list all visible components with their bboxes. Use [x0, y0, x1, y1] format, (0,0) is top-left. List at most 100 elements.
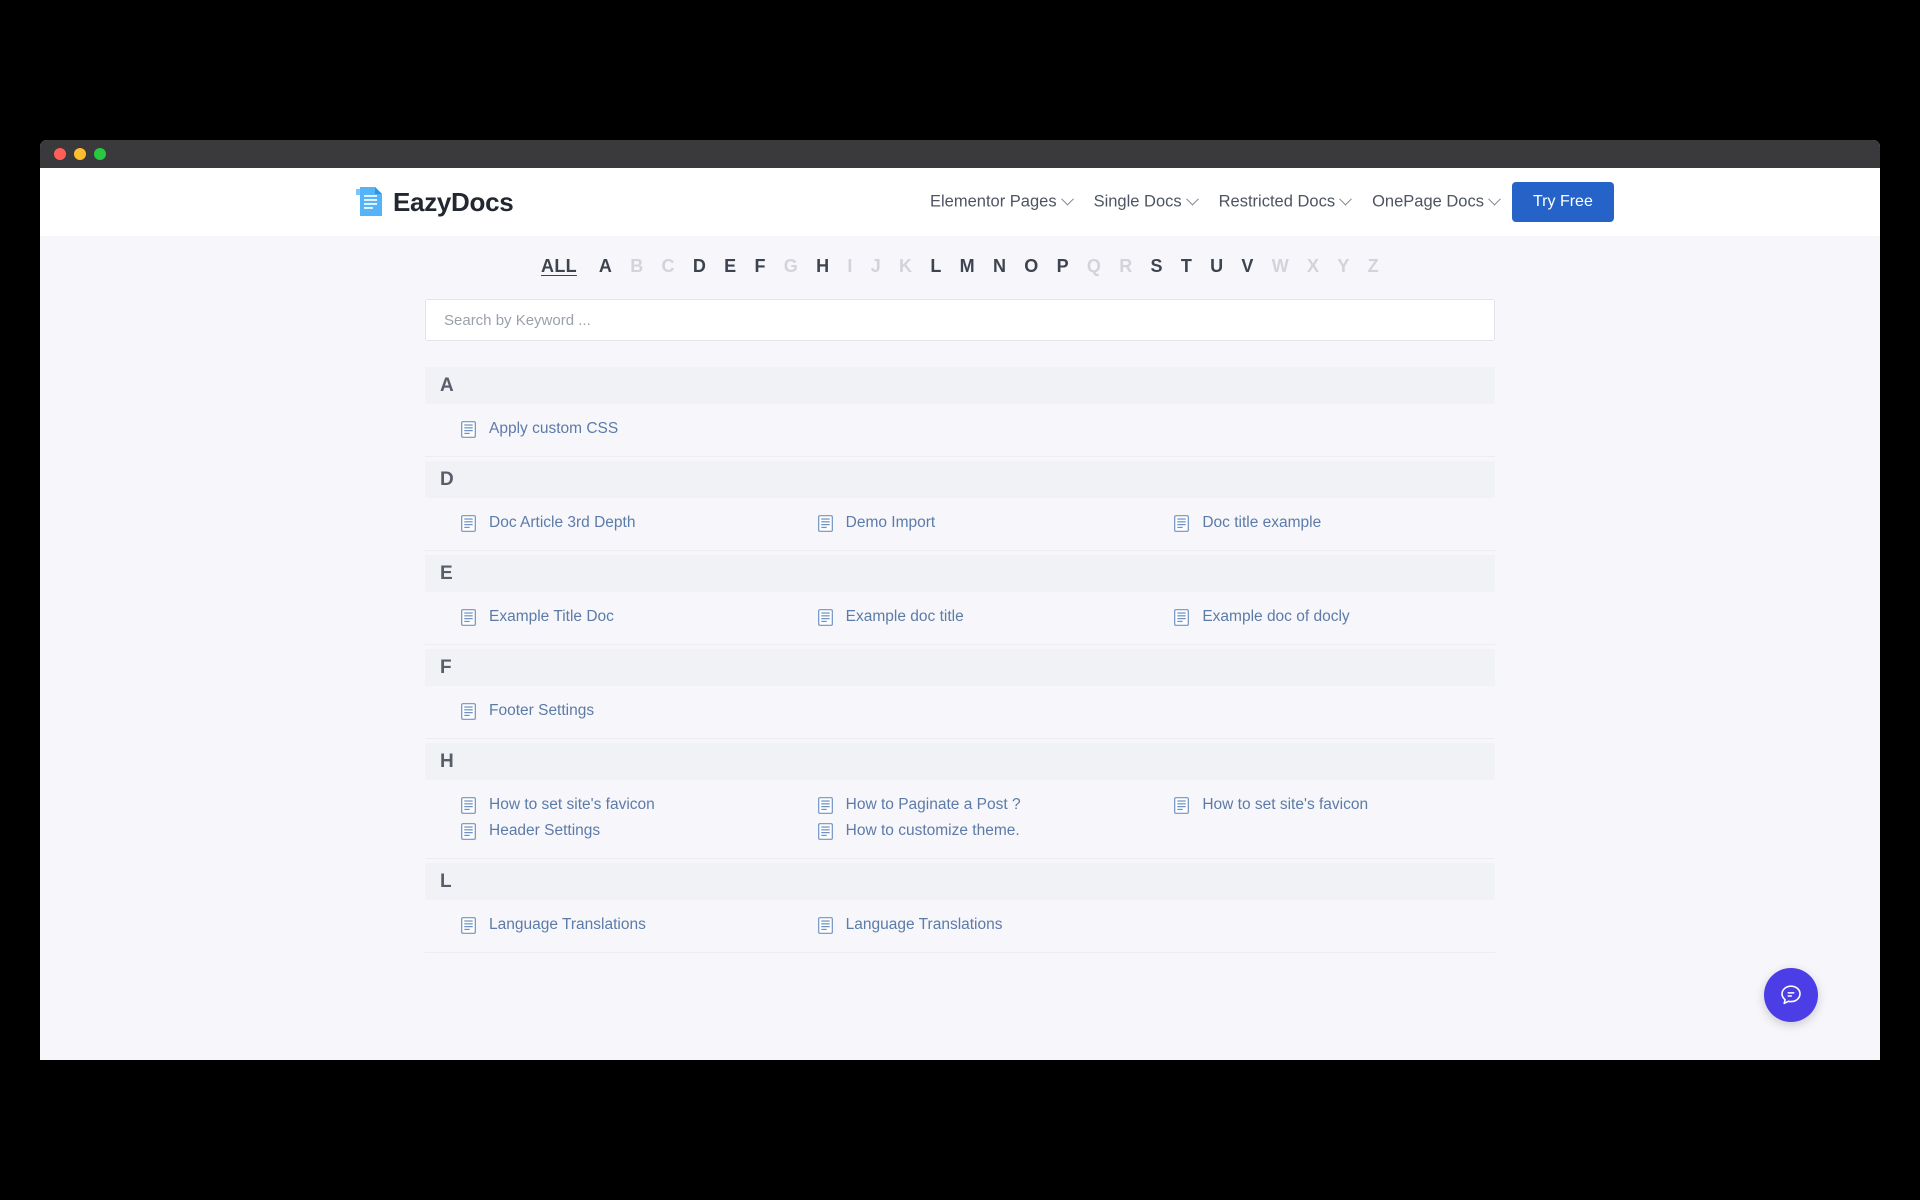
doc-link[interactable]: How to customize theme.: [818, 822, 1139, 840]
nav-item-single-docs[interactable]: Single Docs: [1094, 193, 1197, 212]
docs-column: [1138, 420, 1495, 438]
docs-column: How to Paginate a Post ? How to customize…: [782, 796, 1139, 840]
doc-link[interactable]: Demo Import: [818, 514, 1139, 532]
alphabet-filter-i: I: [838, 256, 861, 277]
doc-link-label: Footer Settings: [489, 702, 594, 720]
alphabet-filter-o[interactable]: O: [1015, 256, 1047, 277]
letter-heading-label: A: [440, 375, 454, 397]
docs-column: How to set site's favicon Header Settings: [425, 796, 782, 840]
nav-label: Restricted Docs: [1219, 193, 1335, 212]
alphabet-filter-q: Q: [1078, 256, 1110, 277]
docs-column: Apply custom CSS: [425, 420, 782, 438]
search-bar: [425, 299, 1495, 341]
file-lines-icon: [461, 703, 476, 720]
alphabet-filter-u[interactable]: U: [1201, 256, 1232, 277]
window-close-button[interactable]: [54, 148, 66, 160]
file-lines-icon: [818, 797, 833, 814]
doc-link[interactable]: Example Title Doc: [461, 608, 782, 626]
alphabet-filter-f[interactable]: F: [745, 256, 774, 277]
doc-link-label: Example Title Doc: [489, 608, 614, 626]
file-lines-icon: [461, 917, 476, 934]
alphabet-filter-k: K: [890, 256, 921, 277]
alphabet-filter-p[interactable]: P: [1048, 256, 1078, 277]
window-maximize-button[interactable]: [94, 148, 106, 160]
file-lines-icon: [461, 609, 476, 626]
chevron-down-icon: [1488, 193, 1501, 206]
file-lines-icon: [461, 421, 476, 438]
letter-section-f: F Footer Settings: [425, 649, 1495, 739]
alphabet-filter-y: Y: [1328, 256, 1358, 277]
site-header: EazyDocs Elementor Pages Single Docs Res…: [40, 168, 1880, 236]
docs-column: Example doc of docly: [1138, 608, 1495, 626]
nav-item-elementor-pages[interactable]: Elementor Pages: [930, 193, 1072, 212]
alphabet-filter-l[interactable]: L: [921, 256, 950, 277]
doc-link[interactable]: Doc Article 3rd Depth: [461, 514, 782, 532]
docs-column: [782, 702, 1139, 720]
letter-section-e: EExample Title DocExample doc titleExamp…: [425, 555, 1495, 645]
main-navigation: Elementor Pages Single Docs Restricted D…: [930, 193, 1499, 212]
try-free-button[interactable]: Try Free: [1512, 182, 1614, 222]
doc-link-label: Doc Article 3rd Depth: [489, 514, 635, 532]
doc-link[interactable]: Example doc title: [818, 608, 1139, 626]
alphabet-filter-b: B: [621, 256, 652, 277]
doc-link[interactable]: How to set site's favicon: [461, 796, 782, 814]
doc-link-label: How to set site's favicon: [489, 796, 655, 814]
site-logo[interactable]: EazyDocs: [354, 186, 513, 218]
docs-column: [1138, 916, 1495, 934]
chat-widget-button[interactable]: [1764, 968, 1818, 1022]
alphabet-filter-n[interactable]: N: [984, 256, 1015, 277]
doc-link-label: Language Translations: [489, 916, 646, 934]
nav-label: Single Docs: [1094, 193, 1182, 212]
file-lines-icon: [461, 797, 476, 814]
letter-heading-label: H: [440, 751, 454, 773]
alphabet-filter-a[interactable]: A: [590, 256, 621, 277]
file-lines-icon: [818, 823, 833, 840]
docs-column: How to set site's favicon: [1138, 796, 1495, 840]
alphabet-filter-t[interactable]: T: [1172, 256, 1201, 277]
page-content: EazyDocs Elementor Pages Single Docs Res…: [40, 168, 1880, 1060]
letter-section-l: L Language Translations Language Translati…: [425, 863, 1495, 953]
doc-link[interactable]: How to set site's favicon: [1174, 796, 1495, 814]
doc-link[interactable]: Doc title example: [1174, 514, 1495, 532]
doc-link-label: Example doc title: [846, 608, 964, 626]
doc-link[interactable]: How to Paginate a Post ?: [818, 796, 1139, 814]
letter-heading-label: D: [440, 469, 454, 491]
alphabet-filter-c: C: [653, 256, 684, 277]
alphabet-filter-d[interactable]: D: [684, 256, 715, 277]
alphabet-filter-j: J: [862, 256, 890, 277]
nav-label: Elementor Pages: [930, 193, 1057, 212]
letter-section-body: Footer Settings: [425, 686, 1495, 739]
doc-link[interactable]: Language Translations: [818, 916, 1139, 934]
letter-section-h: H How to set site's favicon Header Setting…: [425, 743, 1495, 859]
letter-section-a: A Apply custom CSS: [425, 367, 1495, 457]
letter-heading: L: [425, 863, 1495, 900]
letter-heading-label: F: [440, 657, 452, 679]
alphabet-filter-all[interactable]: ALL: [532, 256, 590, 277]
nav-item-restricted-docs[interactable]: Restricted Docs: [1219, 193, 1350, 212]
doc-link[interactable]: Apply custom CSS: [461, 420, 782, 438]
docs-list: A Apply custom CSS D Doc Article 3rd Depth D…: [425, 367, 1495, 953]
chevron-down-icon: [1339, 193, 1352, 206]
docs-column: Example doc title: [782, 608, 1139, 626]
alphabet-filter-v[interactable]: V: [1232, 256, 1262, 277]
alphabet-filter-s[interactable]: S: [1142, 256, 1172, 277]
doc-link-label: How to customize theme.: [846, 822, 1020, 840]
docs-column: Doc title example: [1138, 514, 1495, 532]
alphabet-filter-g: G: [775, 256, 807, 277]
doc-link[interactable]: Example doc of docly: [1174, 608, 1495, 626]
search-input[interactable]: [425, 299, 1495, 341]
docs-column: Example Title Doc: [425, 608, 782, 626]
doc-link[interactable]: Header Settings: [461, 822, 782, 840]
doc-link[interactable]: Language Translations: [461, 916, 782, 934]
window-minimize-button[interactable]: [74, 148, 86, 160]
alphabet-filter-e[interactable]: E: [715, 256, 745, 277]
docs-column: Demo Import: [782, 514, 1139, 532]
alphabet-filter-m[interactable]: M: [951, 256, 984, 277]
doc-link[interactable]: Footer Settings: [461, 702, 782, 720]
doc-link-label: Example doc of docly: [1202, 608, 1349, 626]
nav-item-onepage-docs[interactable]: OnePage Docs: [1372, 193, 1499, 212]
alphabet-filter-w: W: [1263, 256, 1298, 277]
alphabet-filter-h[interactable]: H: [807, 256, 838, 277]
letter-heading-label: L: [440, 871, 452, 893]
document-logo-icon: [354, 186, 384, 218]
